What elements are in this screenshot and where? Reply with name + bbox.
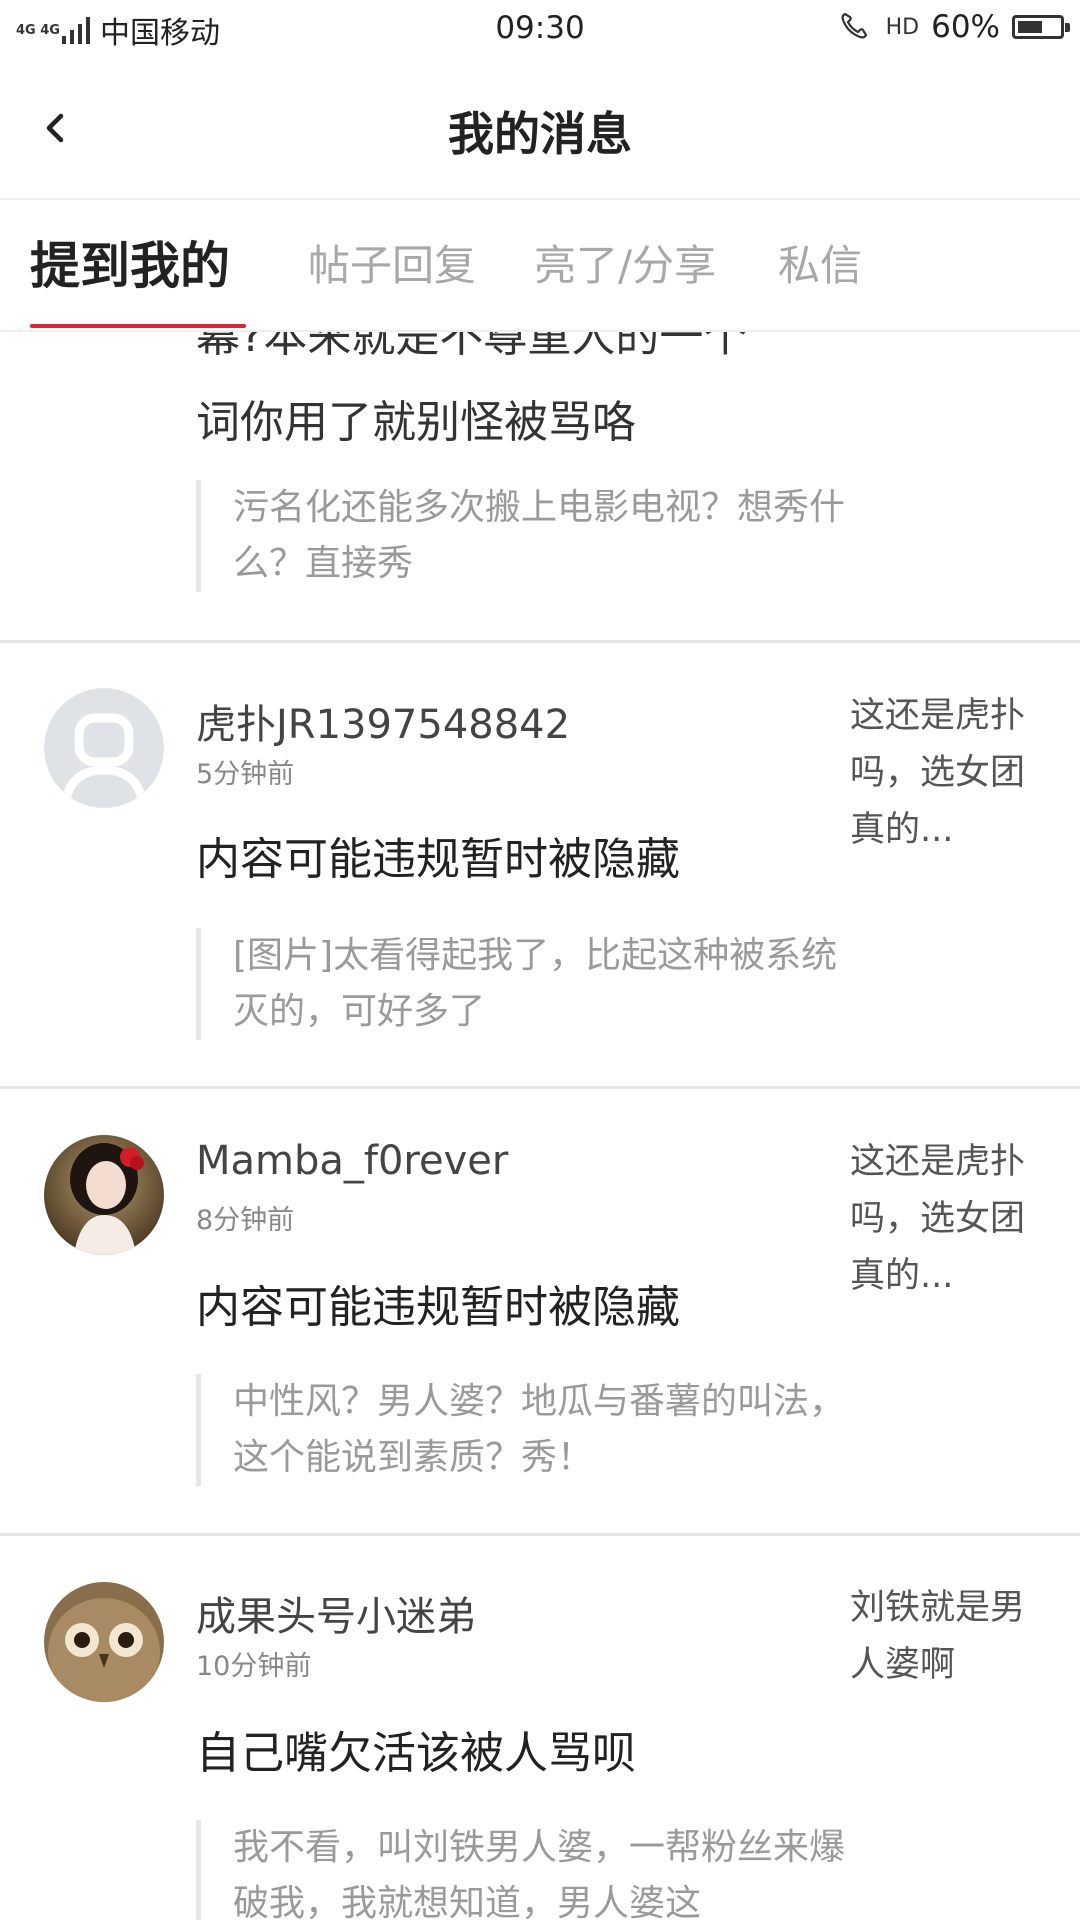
tab-likes-shares[interactable]: 亮了/分享 — [534, 232, 716, 293]
divider — [0, 1086, 1080, 1089]
phone-call-icon — [838, 9, 874, 45]
tab-bar: 提到我的 帖子回复 亮了/分享 私信 — [0, 200, 1080, 332]
tab-post-replies[interactable]: 帖子回复 — [308, 232, 476, 293]
battery-icon — [1012, 15, 1070, 39]
active-tab-indicator — [30, 324, 246, 328]
referenced-post[interactable]: 这还是虎扑吗，选女团真的... — [850, 688, 1050, 859]
avatar[interactable] — [44, 688, 164, 808]
message-content: 自己嘴欠活该被人骂呗 — [196, 1728, 636, 1779]
quoted-text: 中性风？男人婆？地瓜与番薯的叫法，这个能说到素质？秀！ — [196, 1374, 873, 1486]
tab-mentions[interactable]: 提到我的 — [30, 226, 230, 298]
quoted-text: [图片]太看得起我了，比起这种被系统灭的，可好多了 — [196, 928, 873, 1040]
status-right: HD 60% — [838, 9, 1070, 45]
message-list[interactable]: 幕?本来就是不尊重人的一个 词你用了就别怪被骂咯 污名化还能多次搬上电影电视？想… — [0, 330, 1080, 1920]
page-header: 我的消息 — [0, 58, 1080, 200]
partial-content-line: 词你用了就别怪被骂咯 — [196, 397, 636, 448]
divider — [0, 640, 1080, 643]
referenced-post[interactable]: 刘铁就是男人婆啊 — [850, 1580, 1050, 1694]
avatar[interactable] — [44, 1135, 164, 1255]
username[interactable]: 成果头号小迷弟 — [196, 1584, 476, 1642]
hd-label: HD — [885, 14, 920, 40]
battery-level — [1018, 21, 1042, 33]
tab-private-messages[interactable]: 私信 — [778, 232, 862, 293]
quoted-text: 我不看，叫刘铁男人婆，一帮粉丝来爆破我，我就想知道，男人婆这 — [196, 1820, 873, 1920]
user-photo-avatar-icon — [44, 1135, 164, 1255]
username[interactable]: Mamba_f0rever — [196, 1138, 508, 1184]
owl-avatar-icon — [44, 1582, 164, 1702]
quoted-text: 污名化还能多次搬上电影电视？想秀什么？直接秀 — [196, 480, 873, 592]
default-avatar-icon — [44, 688, 164, 808]
avatar[interactable] — [44, 1582, 164, 1702]
divider — [0, 1533, 1080, 1536]
message-content: 内容可能违规暂时被隐藏 — [196, 1282, 680, 1333]
timestamp: 10分钟前 — [196, 1651, 312, 1682]
partial-content-line: 幕?本来就是不尊重人的一个 — [196, 330, 748, 362]
timestamp: 5分钟前 — [196, 759, 295, 790]
timestamp: 8分钟前 — [196, 1205, 295, 1236]
battery-percent: 60% — [931, 9, 1000, 45]
username[interactable]: 虎扑JR1397548842 — [196, 692, 570, 750]
status-bar: 4G 4G 中国移动 09:30 HD 60% — [0, 0, 1080, 58]
message-content: 内容可能违规暂时被隐藏 — [196, 834, 680, 885]
page-title: 我的消息 — [448, 107, 632, 161]
referenced-post[interactable]: 这还是虎扑吗，选女团真的... — [850, 1134, 1050, 1305]
